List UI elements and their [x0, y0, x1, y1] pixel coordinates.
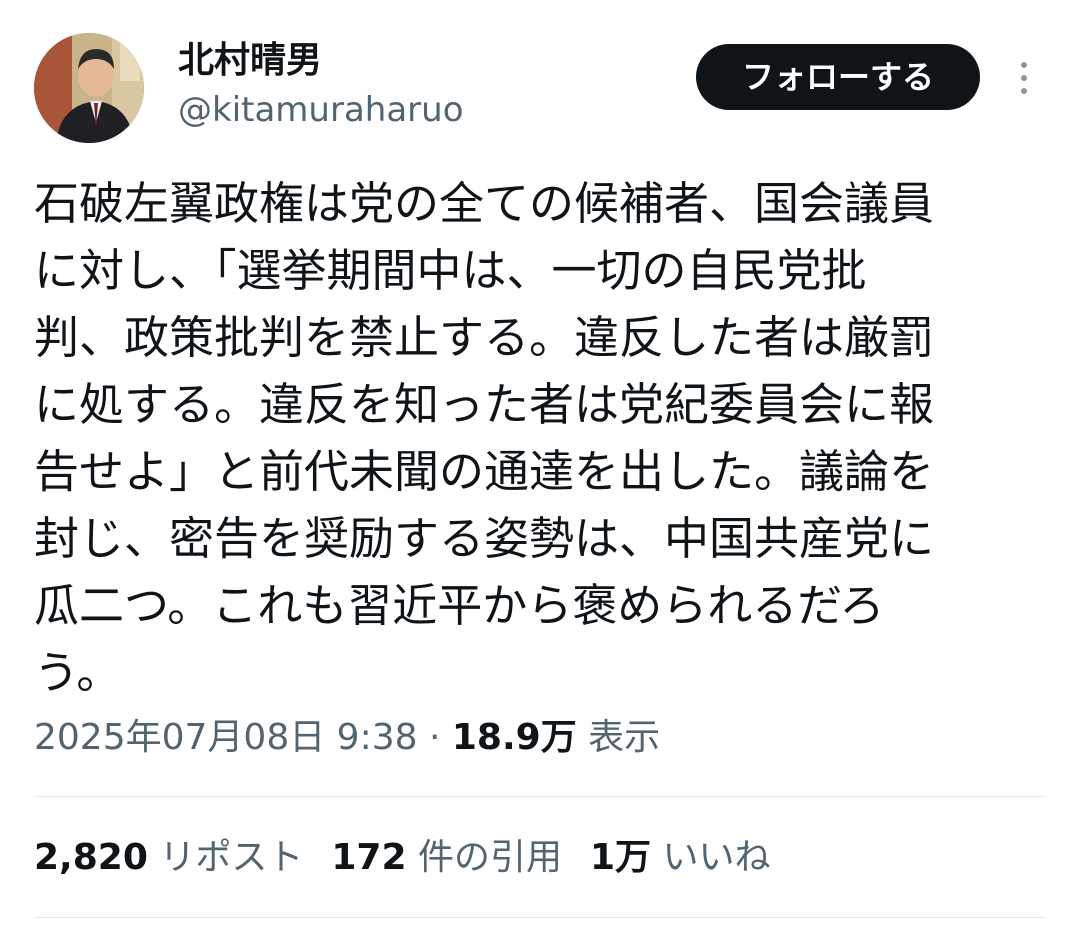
- quotes-label: 件の引用: [417, 837, 562, 878]
- quotes-count: 172: [331, 837, 407, 878]
- likes-count: 1万: [589, 837, 652, 878]
- meta-separator: ·: [417, 717, 452, 758]
- timestamp[interactable]: 2025年07月08日 9:38: [34, 717, 418, 758]
- likes-stat[interactable]: 1万 いいね: [590, 837, 771, 878]
- views-count: 18.9万: [451, 717, 577, 758]
- tweet-header: 北村晴男 @kitamuraharuo フォローする: [0, 0, 1080, 150]
- more-vertical-icon[interactable]: [1012, 60, 1036, 96]
- reposts-count: 2,820: [34, 837, 148, 878]
- user-photo-avatar-icon: [34, 33, 144, 143]
- display-name[interactable]: 北村晴男: [178, 38, 322, 84]
- divider: [34, 796, 1046, 797]
- tweet-meta: 2025年07月08日 9:38 · 18.9万 表示: [34, 712, 660, 764]
- avatar[interactable]: [34, 33, 144, 143]
- reposts-label: リポスト: [159, 837, 304, 878]
- likes-label: いいね: [662, 837, 771, 878]
- follow-button[interactable]: フォローする: [696, 44, 980, 110]
- reposts-stat[interactable]: 2,820 リポスト: [34, 837, 303, 878]
- quotes-stat[interactable]: 172 件の引用: [331, 837, 562, 878]
- views-label: 表示: [588, 717, 661, 758]
- tweet-text: 石破左翼政権は党の全ての候補者、国会議員 に対し、「選挙期間中は、一切の自民党批…: [34, 177, 935, 699]
- divider: [34, 917, 1046, 918]
- engagement-stats: 2,820 リポスト 172 件の引用 1万 いいね: [34, 832, 799, 884]
- user-handle[interactable]: @kitamuraharuo: [178, 88, 464, 132]
